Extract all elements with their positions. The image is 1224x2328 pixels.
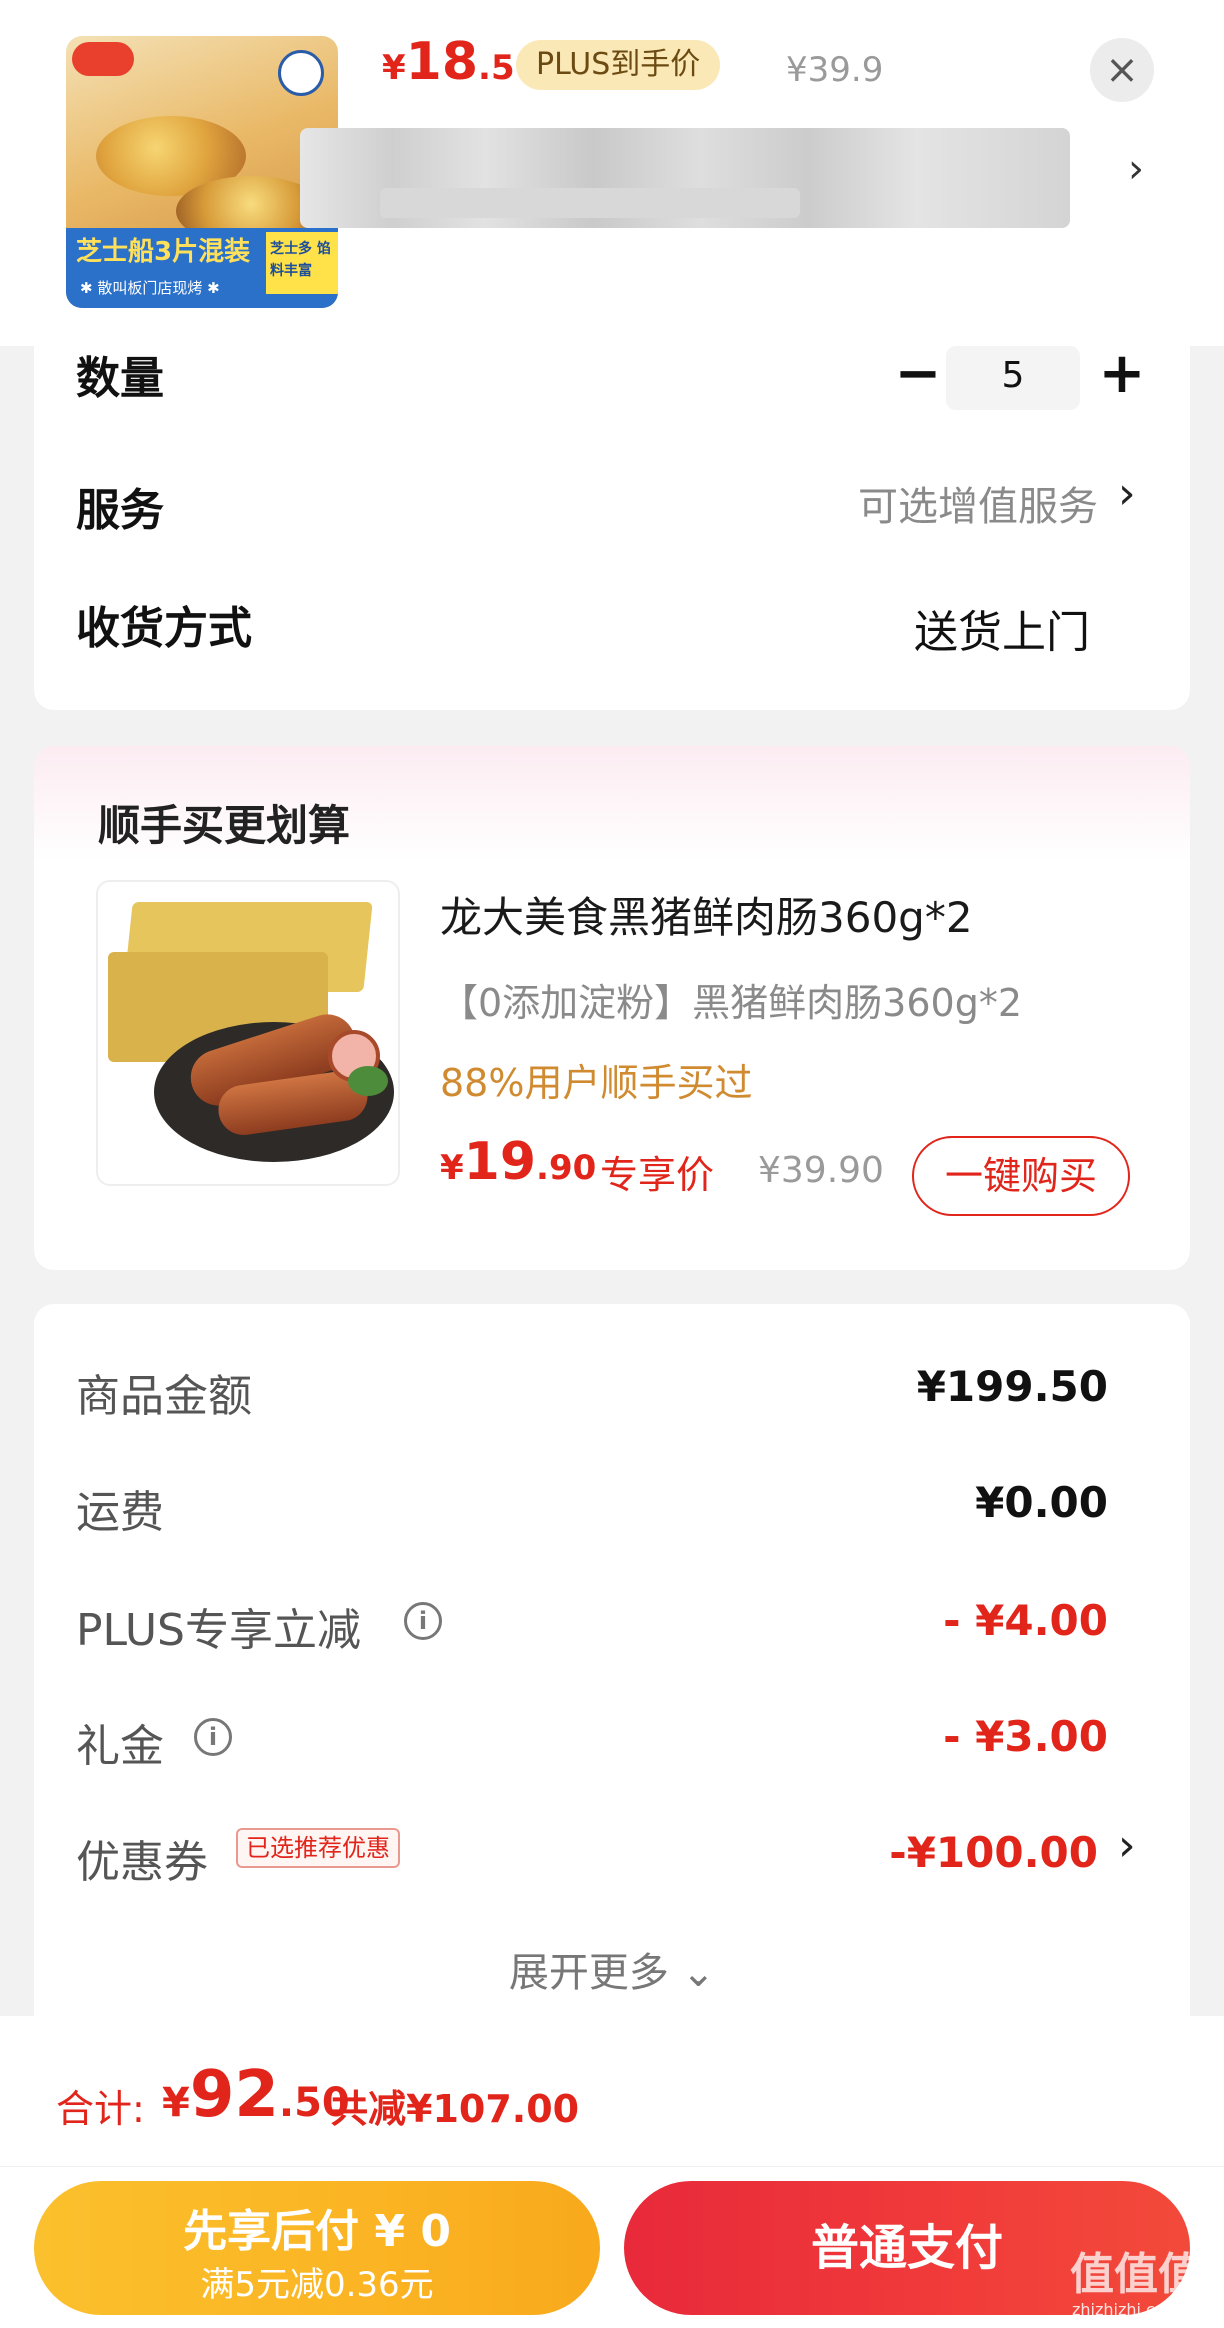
suggestion-product-image[interactable]: [96, 880, 400, 1186]
blurred-product-title: [300, 128, 1070, 228]
watermark-logo: 值值值: [1070, 2249, 1202, 2300]
price-decimal: .5: [478, 48, 515, 88]
shipping-label: 运费: [76, 1487, 164, 1538]
close-button[interactable]: ×: [1090, 38, 1154, 102]
one-click-buy-button[interactable]: 一键购买: [912, 1136, 1130, 1216]
goods-amount-value: ¥199.50: [916, 1362, 1108, 1411]
thumbnail-side-tag: 芝士多 馅料丰富: [266, 232, 338, 294]
price-integer: 92: [189, 2058, 279, 2132]
quality-badge-icon: [278, 50, 324, 96]
thumbnail-banner-title: 芝士船3片混装: [76, 237, 251, 267]
pay-later-sub: 满5元减0.36元: [200, 2265, 434, 2305]
original-price: ¥39.9: [786, 50, 884, 90]
suggestion-product-desc: 【0添加淀粉】黑猪鲜肉肠360g*2: [440, 981, 1023, 1025]
chevron-right-icon[interactable]: ›: [1118, 468, 1136, 519]
suggestion-purchase-rate: 88%用户顺手买过: [440, 1061, 753, 1105]
suggestion-price: ¥19.90: [440, 1132, 596, 1192]
service-label: 服务: [76, 485, 164, 536]
suggestion-original-price: ¥39.90: [758, 1150, 884, 1191]
suggestion-title: 顺手买更划算: [98, 801, 351, 850]
garnish-image: [348, 1066, 388, 1096]
coupon-value[interactable]: -¥100.00: [889, 1828, 1098, 1877]
product-header: 芝士船3片混装 ✱ 散叫板门店现烤 ✱ 芝士多 馅料丰富 ¥18.5 PLUS到…: [0, 0, 1224, 346]
price-currency: ¥: [382, 48, 406, 88]
price-currency: ¥: [162, 2080, 190, 2126]
exclusive-price-label: 专享价: [600, 1153, 715, 1197]
plus-discount-value: - ¥4.00: [943, 1596, 1108, 1645]
gift-value: - ¥3.00: [943, 1712, 1108, 1761]
total-price: ¥92.50: [162, 2058, 350, 2132]
chevron-right-icon[interactable]: ›: [1118, 1820, 1136, 1871]
expand-more-button[interactable]: 展开更多 ⌄: [34, 1940, 1190, 1998]
plus-price-tag: PLUS到手价: [516, 40, 721, 90]
product-thumbnail[interactable]: 芝士船3片混装 ✱ 散叫板门店现烤 ✱ 芝士多 馅料丰富: [66, 36, 338, 308]
gift-label: 礼金: [76, 1721, 164, 1772]
total-summary-bar: 合计: ¥92.50 共减¥107.00: [0, 2016, 1224, 2166]
delivery-label: 收货方式: [76, 603, 252, 654]
shipping-value: ¥0.00: [975, 1478, 1108, 1527]
thumbnail-banner-sub: ✱ 散叫板门店现烤 ✱: [80, 279, 220, 297]
price-integer: 19: [463, 1132, 537, 1192]
info-icon[interactable]: i: [404, 1602, 442, 1640]
blurred-title-line: [380, 188, 800, 218]
chevron-right-icon[interactable]: ›: [1128, 146, 1144, 192]
order-options-card: 数量 − 5 + 服务 可选增值服务 › 收货方式 送货上门: [34, 346, 1190, 710]
suggestion-product-name[interactable]: 龙大美食黑猪鲜肉肠360g*2: [440, 884, 973, 945]
info-icon[interactable]: i: [194, 1718, 232, 1756]
coupon-recommended-tag: 已选推荐优惠: [236, 1828, 400, 1868]
goods-amount-label: 商品金额: [76, 1371, 252, 1422]
amount-breakdown-card: 商品金额 ¥199.50 运费 ¥0.00 PLUS专享立减 i - ¥4.00…: [34, 1304, 1190, 2024]
quantity-increase-button[interactable]: +: [1086, 346, 1158, 402]
quantity-input[interactable]: 5: [946, 346, 1080, 410]
total-label: 合计:: [56, 2087, 145, 2131]
price-currency: ¥: [440, 1148, 464, 1188]
coupon-label: 优惠券: [76, 1837, 208, 1888]
delivery-method[interactable]: 送货上门: [914, 596, 1090, 660]
pay-later-title: 先享后付 ¥ 0: [183, 2206, 451, 2257]
quantity-label: 数量: [76, 353, 164, 404]
plus-discount-label: PLUS专享立减: [76, 1605, 361, 1656]
watermark-url: zhizhizhi.com: [1072, 2300, 1181, 2319]
total-saved: 共减¥107.00: [330, 2087, 580, 2131]
close-icon: ×: [1105, 47, 1139, 93]
brand-logo: [72, 42, 134, 76]
quantity-decrease-button[interactable]: −: [882, 346, 954, 402]
bundle-suggestion-card: 顺手买更划算 龙大美食黑猪鲜肉肠360g*2 【0添加淀粉】黑猪鲜肉肠360g*…: [34, 746, 1190, 1270]
action-bar: 先享后付 ¥ 0 满5元减0.36元 普通支付: [0, 2166, 1224, 2328]
price-integer: 18: [405, 32, 479, 92]
pay-later-button[interactable]: 先享后付 ¥ 0 满5元减0.36元: [34, 2181, 600, 2315]
price-decimal: .90: [536, 1148, 597, 1188]
plus-price: ¥18.5: [382, 32, 515, 92]
service-selector[interactable]: 可选增值服务: [858, 474, 1098, 532]
